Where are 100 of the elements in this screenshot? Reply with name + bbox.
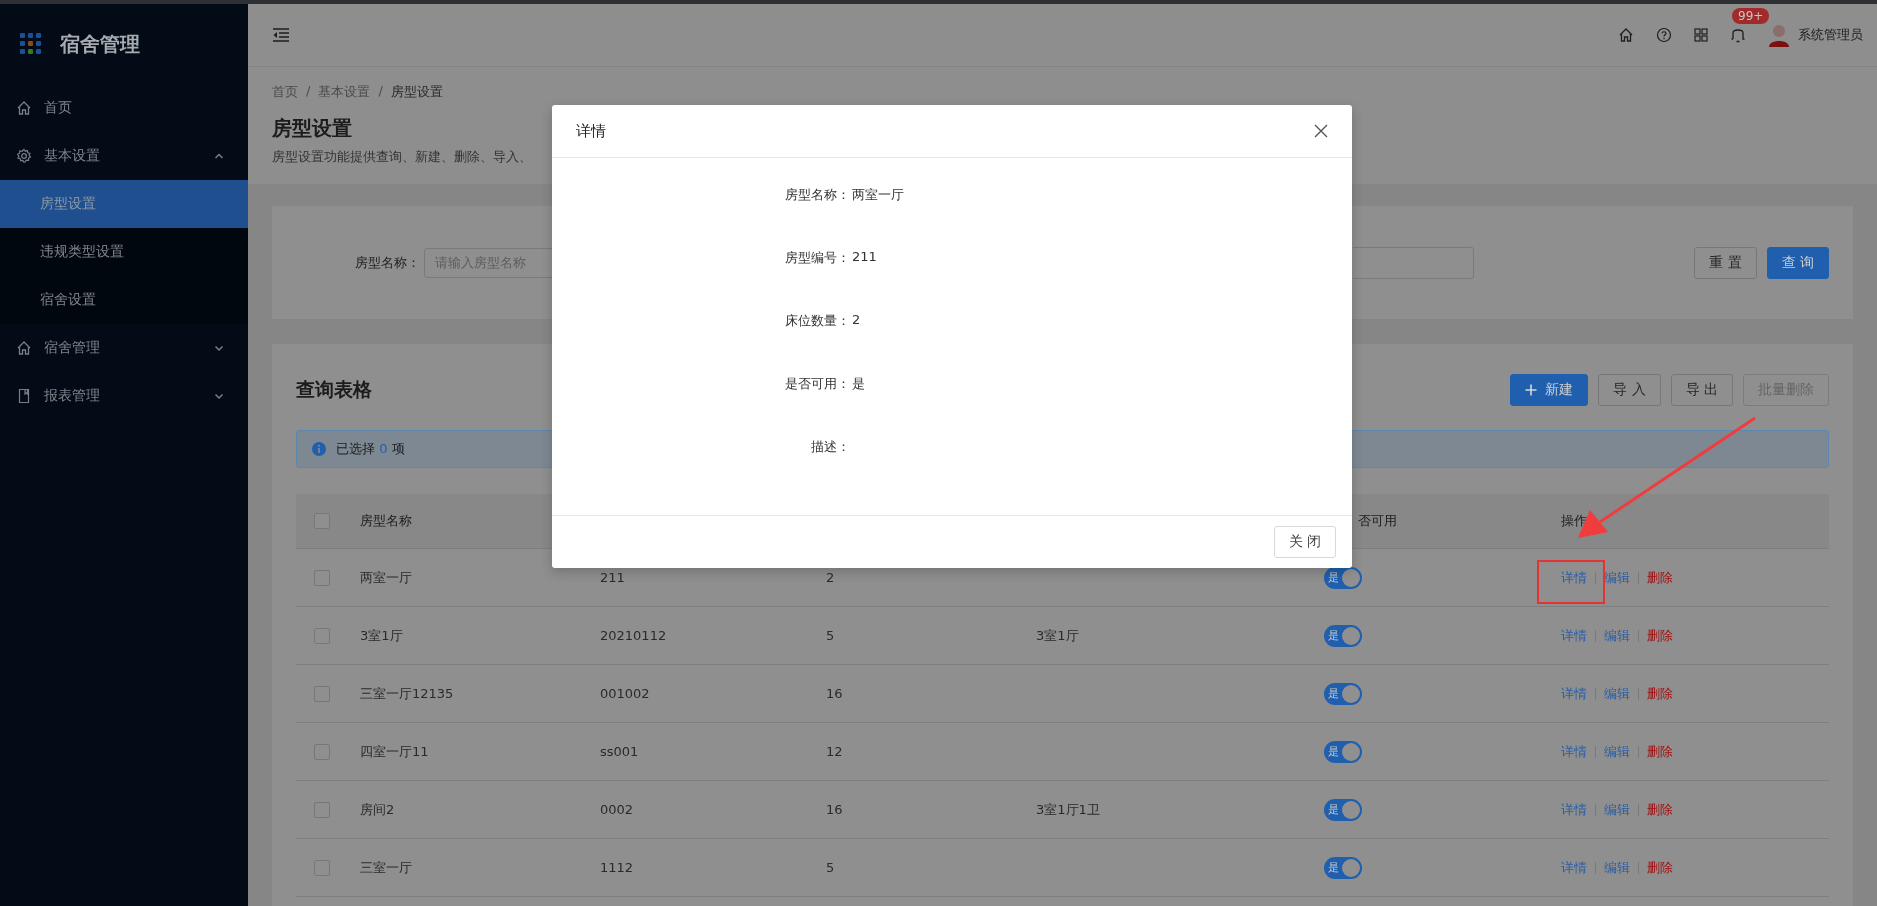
action-link[interactable]: 删除 [1647,858,1673,877]
checkbox[interactable] [314,513,330,529]
table-cell: 3室1厅 [360,626,403,645]
toolbar-button[interactable]: 导 出 [1670,374,1733,406]
action-link[interactable]: 详情 [1561,684,1587,703]
action-link[interactable]: 编辑 [1604,684,1630,703]
avatar-icon[interactable] [1768,23,1790,47]
app-title: 宿舍管理 [60,30,140,58]
detail-label: 房型编号： [784,249,850,267]
toggle-switch[interactable]: 是 [1324,798,1362,821]
submenu-item[interactable]: 违规类型设置 [0,228,248,276]
table-cell: 12 [826,744,843,759]
toggle-switch[interactable]: 是 [1324,566,1362,589]
action-link[interactable]: 详情 [1561,858,1587,877]
info-icon [312,442,326,456]
detail-value: 2 [852,312,861,327]
table-cell: 211 [600,570,625,585]
menu-item[interactable]: 基本设置 [0,132,248,180]
checkbox[interactable] [314,685,330,702]
table-cell: 001002 [600,686,650,701]
bell-icon[interactable] [1730,26,1746,44]
detail-value: 211 [852,249,877,264]
detail-label: 是否可用： [784,375,850,393]
detail-value: 是 [852,375,865,393]
action-link[interactable]: 详情 [1561,568,1587,587]
checkbox[interactable] [314,627,330,644]
table-cell: 3室1厅 [1036,626,1079,645]
grid-icon[interactable] [1694,28,1708,42]
action-link[interactable]: 删除 [1647,742,1673,761]
menu-item[interactable]: 首页 [0,84,248,132]
toggle-switch[interactable]: 是 [1324,856,1362,879]
action-link[interactable]: 删除 [1647,626,1673,645]
checkbox[interactable] [314,569,330,586]
highlight-box [1537,560,1605,604]
table-cell: 5 [826,860,835,875]
action-link[interactable]: 删除 [1647,684,1673,703]
checkbox[interactable] [314,743,330,760]
close-button[interactable]: 关 闭 [1273,526,1336,558]
user-name[interactable]: 系统管理员 [1798,26,1863,44]
home-icon [16,340,32,356]
checkbox[interactable] [314,859,330,876]
action-link[interactable]: 删除 [1647,568,1673,587]
toggle-switch[interactable]: 是 [1324,682,1362,705]
table-cell: 房间2 [360,800,395,819]
breadcrumb-item[interactable]: 首页 [272,83,298,101]
grid-logo-icon [20,33,42,55]
detail-label: 床位数量： [784,312,850,330]
action-link[interactable]: 编辑 [1604,742,1630,761]
notification-badge: 99+ [1732,8,1770,24]
action-link[interactable]: 详情 [1561,800,1587,819]
table-cell: 0002 [600,802,634,817]
column-header: 房型名称 [360,512,412,530]
checkbox[interactable] [314,801,330,818]
table-cell: ss001 [600,744,639,759]
table-title: 查询表格 [296,377,372,402]
table-cell: 16 [826,686,843,701]
input-field[interactable] [1353,246,1475,279]
submenu-item[interactable]: 宿舍设置 [0,276,248,324]
settings-icon [16,148,32,164]
table-cell: 3室1厅1卫 [1036,800,1100,819]
action-link[interactable]: 编辑 [1604,626,1630,645]
table-cell: 2 [826,570,835,585]
toolbar-button[interactable]: 新建 [1510,374,1589,406]
detail-label: 房型名称： [784,186,850,204]
breadcrumb-item[interactable]: 基本设置 [318,83,371,101]
breadcrumb-separator: / [306,83,311,100]
selection-count-text: 已选择 0 项 [336,440,405,458]
table-cell: 16 [826,802,843,817]
action-link[interactable]: 详情 [1561,742,1587,761]
table-cell: 1112 [600,860,634,875]
action-link[interactable]: 编辑 [1604,858,1630,877]
breadcrumb-separator: / [378,83,383,100]
reset-button[interactable]: 重 置 [1694,246,1757,279]
column-header: 否可用 [1358,512,1397,530]
close-icon[interactable] [1314,124,1328,138]
toolbar-button[interactable]: 导 入 [1598,374,1661,406]
plus-icon [1525,384,1538,396]
page-title: 房型设置 [272,115,352,142]
table-cell: 20210112 [600,628,667,643]
home-icon[interactable] [1618,27,1634,43]
query-button[interactable]: 查 询 [1766,246,1829,279]
action-link[interactable]: 删除 [1647,800,1673,819]
dialog-title: 详情 [576,121,606,141]
action-link[interactable]: 编辑 [1604,568,1630,587]
column-header: 操作 [1561,512,1587,530]
toggle-switch[interactable]: 是 [1324,740,1362,763]
menu-item[interactable]: 宿舍管理 [0,324,248,372]
field-label: 房型名称： [355,253,420,272]
toggle-switch[interactable]: 是 [1324,624,1362,647]
menu-item[interactable]: 报表管理 [0,372,248,420]
book-icon [16,388,32,404]
action-link[interactable]: 编辑 [1604,800,1630,819]
table-cell: 5 [826,628,835,643]
action-link[interactable]: 详情 [1561,626,1587,645]
help-icon[interactable] [1656,27,1672,43]
breadcrumb-item: 房型设置 [390,83,443,101]
detail-label: 描述： [810,438,850,456]
menu-fold-icon[interactable] [272,27,290,43]
submenu-item[interactable]: 房型设置 [0,180,248,228]
detail-value: 两室一厅 [852,186,904,204]
